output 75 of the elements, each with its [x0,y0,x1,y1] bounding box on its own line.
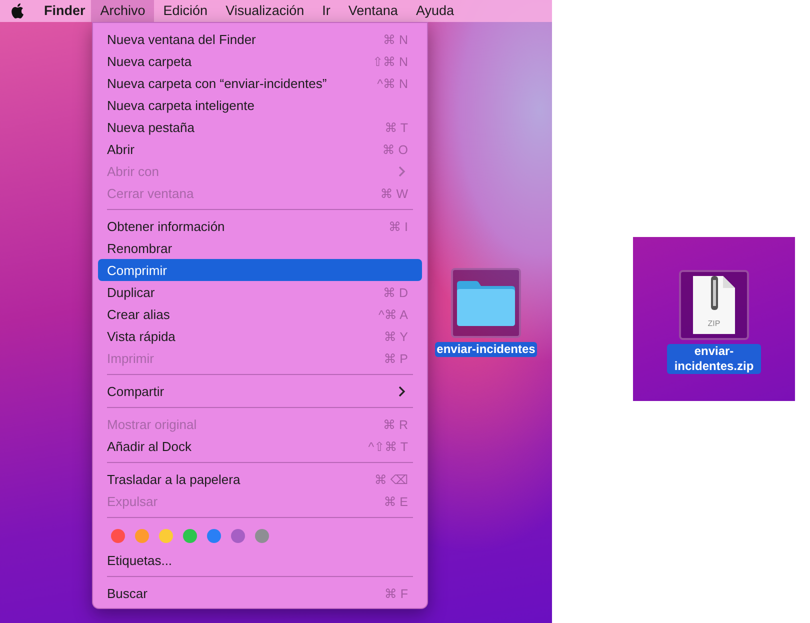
folder-icon [455,278,517,328]
menu-item[interactable]: Nueva carpeta inteligente [98,94,422,116]
menu-item[interactable]: Nueva carpeta ⇧⌘ N [98,50,422,72]
menu-item-label: Trasladar a la papelera [107,472,242,486]
menu-item[interactable]: Crear alias ^⌘ A [98,303,422,325]
menu-item[interactable]: Nueva ventana del Finder ⌘ N [98,28,422,50]
menu-item[interactable]: Nueva carpeta con “enviar-incidentes” ^⌘ N [98,72,422,94]
keyboard-shortcut: ⌘ Y [384,328,408,344]
apple-logo-icon[interactable] [11,3,25,19]
keyboard-shortcut: ⌘ N [383,32,408,46]
menu-bar-item[interactable]: Finder [41,0,92,22]
menu-item[interactable]: Renombrar [98,237,422,259]
keyboard-shortcut: ⌘ O [382,142,408,156]
keyboard-shortcut: ⌘ D [383,284,408,300]
menu-item-label: Duplicar [107,284,156,300]
menu-bar-item[interactable]: Archivo [91,0,154,22]
tag-color-dot[interactable] [135,529,149,543]
tag-color-dot[interactable] [231,529,245,543]
menu-bar-item[interactable]: Ventana [339,0,407,22]
menu-item[interactable]: Obtener información ⌘ I [98,215,422,237]
menu-item[interactable]: Añadir al Dock ^⇧⌘ T [98,435,422,457]
menu-item-label: Abrir con [107,164,160,178]
keyboard-shortcut: ⌘ R [383,416,408,432]
keyboard-shortcut: ^⇧⌘ T [368,438,408,454]
menu-item[interactable]: Duplicar ⌘ D [98,281,422,303]
file-type-label: ZIP [706,319,722,328]
menu-item-label: Añadir al Dock [107,438,193,454]
menu-item[interactable]: Vista rápida ⌘ Y [98,325,422,347]
menu-item-label: Renombrar [107,240,174,256]
tag-color-dot[interactable] [183,529,197,543]
menu-item-label: Crear alias [107,306,171,322]
menu-item-label: Nueva pestaña [107,120,196,134]
menu-item-label: Nueva carpeta con “enviar-incidentes” [107,76,328,90]
menu-item-label: Etiquetas... [107,552,174,568]
menu-item-label: Nueva ventana del Finder [107,32,257,46]
menu-item[interactable]: Buscar ⌘ F [98,582,422,604]
keyboard-shortcut: ⌘ ⌫ [374,472,408,486]
menu-bar-item[interactable]: Visualización [216,0,314,22]
menu-item-label: Comprimir [107,262,168,278]
menu-item-label: Obtener información [107,218,226,234]
menu-bar-item[interactable]: Edición [154,0,217,22]
menu-item[interactable]: Nueva pestaña ⌘ T [98,116,422,138]
keyboard-shortcut: ^⌘ A [378,306,408,322]
tag-color-dot[interactable] [111,529,125,543]
keyboard-shortcut: ⌘ F [384,586,408,600]
menu-item-label: Vista rápida [107,328,176,344]
tag-color-dot[interactable] [159,529,173,543]
file-name-label[interactable]: enviar-incidentes.zip [667,344,761,374]
keyboard-shortcut: ⌘ T [384,120,408,134]
zipper-document-icon [693,276,735,334]
file-name-label[interactable]: enviar-incidentes [434,342,538,357]
menu-item[interactable]: Etiquetas... [98,549,422,571]
keyboard-shortcut: ^⌘ N [377,76,408,90]
menu-item[interactable]: Comprimir [98,259,422,281]
keyboard-shortcut: ⇧⌘ N [372,54,408,68]
keyboard-shortcut: ⌘ I [388,218,408,234]
tag-color-dot[interactable] [255,529,269,543]
menu-bar-item[interactable]: Ir [313,0,340,22]
menu-item-label: Mostrar original [107,416,198,432]
menu-item-label: Imprimir [107,350,155,366]
menu-item-label: Buscar [107,586,148,600]
menu-item-label: Nueva carpeta inteligente [107,98,256,112]
menu-item-label: Compartir [107,384,166,398]
tag-color-dot[interactable] [207,529,221,543]
menu-item-label: Abrir [107,142,136,156]
menu-item[interactable]: Abrir ⌘ O [98,138,422,160]
menu-item-label: Expulsar [107,494,159,508]
menu-item[interactable]: Compartir [98,380,422,402]
menu-item-label: Nueva carpeta [107,54,193,68]
menu-item[interactable]: Trasladar a la papelera ⌘ ⌫ [98,468,422,490]
menu-item-label: Cerrar ventana [107,186,195,200]
keyboard-shortcut: ⌘ W [380,186,408,200]
menu-bar-item[interactable]: Ayuda [406,0,463,22]
keyboard-shortcut: ⌘ E [384,494,408,508]
keyboard-shortcut: ⌘ P [384,350,408,366]
